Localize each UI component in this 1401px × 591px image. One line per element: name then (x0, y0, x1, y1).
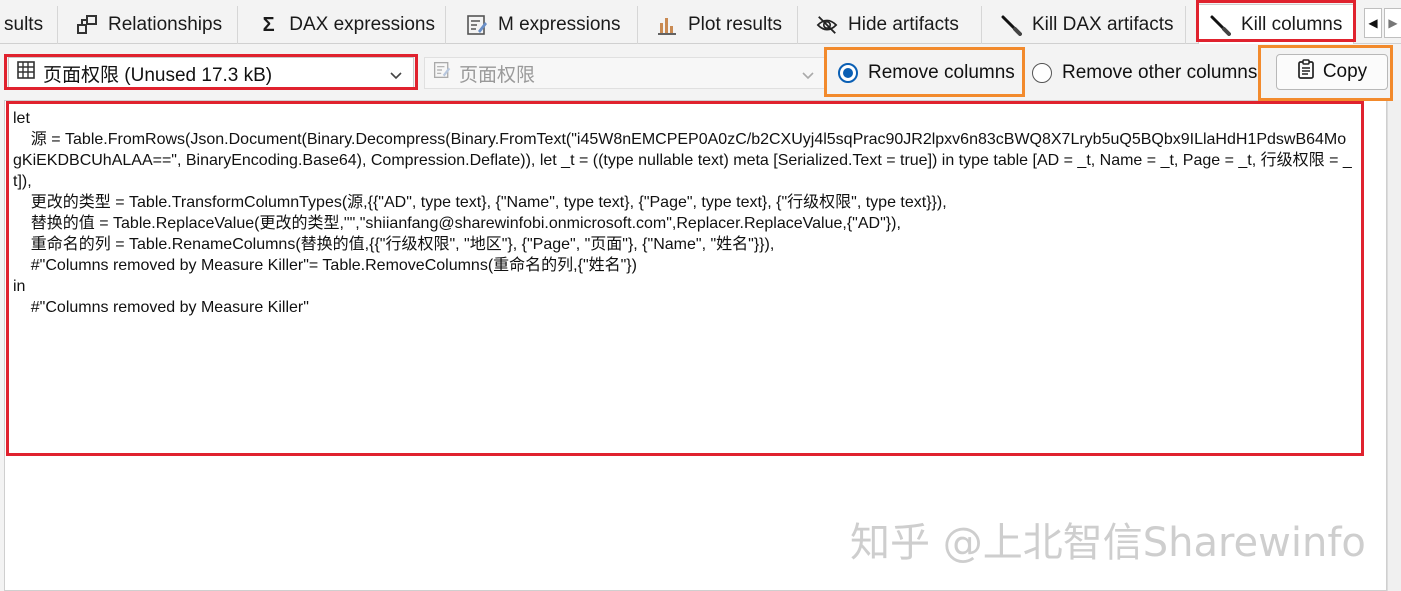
tab-label: Plot results (688, 14, 782, 35)
tab-scroll-left-button[interactable]: ◀ (1364, 8, 1382, 38)
tab-relationships[interactable]: Relationships (66, 6, 238, 44)
m-code-text[interactable]: let 源 = Table.FromRows(Json.Document(Bin… (13, 108, 1353, 318)
tab-hide-artifacts[interactable]: Hide artifacts (806, 6, 982, 44)
triangle-left-icon: ◀ (1368, 16, 1378, 30)
tab-label: M expressions (498, 14, 621, 35)
chevron-down-icon (801, 66, 815, 88)
radio-remove-columns[interactable]: Remove columns (838, 59, 1015, 87)
bar-chart-icon (656, 14, 678, 36)
code-line: in (13, 278, 26, 295)
app-window: sults Relationships Σ DAX expressions M … (0, 0, 1401, 591)
tab-label: Kill DAX artifacts (1032, 14, 1174, 35)
tab-label: Relationships (108, 14, 223, 35)
code-line: 重命名的列 = Table.RenameColumns(替换的值,{{"行级权限… (13, 236, 775, 253)
radio-remove-columns-label: Remove columns (868, 62, 1015, 83)
relationships-icon (76, 14, 98, 36)
radio-selected-icon (838, 63, 858, 83)
tab-label: Kill columns (1241, 13, 1343, 35)
tab-label: sults (4, 14, 44, 35)
radio-remove-other-columns-label: Remove other columns (1062, 62, 1258, 83)
chevron-down-icon (389, 66, 403, 88)
copy-button-label: Copy (1322, 61, 1368, 82)
code-line: #"Columns removed by Measure Killer" (13, 299, 309, 316)
tab-results[interactable]: sults (0, 6, 58, 44)
table-select[interactable]: 页面权限 (Unused 17.3 kB) (8, 57, 414, 89)
code-line: 更改的类型 = Table.TransformColumnTypes(源,{{"… (13, 194, 947, 211)
clipboard-icon (1297, 59, 1315, 85)
code-line: #"Columns removed by Measure Killer"= Ta… (13, 257, 637, 274)
code-line: let (13, 110, 30, 127)
vertical-scrollbar[interactable] (1387, 100, 1401, 591)
code-line: 替换的值 = Table.ReplaceValue(更改的类型,"","shii… (13, 215, 901, 232)
tab-label: Hide artifacts (848, 14, 959, 35)
sigma-icon: Σ (262, 13, 275, 36)
radio-remove-other-columns[interactable]: Remove other columns (1032, 59, 1257, 87)
m-expression-icon (433, 61, 451, 85)
tab-scroll-right-button[interactable]: ▶ (1384, 8, 1401, 38)
knife-icon (1209, 14, 1231, 36)
tab-kill-dax-artifacts[interactable]: Kill DAX artifacts (990, 6, 1186, 44)
column-select[interactable]: 页面权限 (424, 57, 826, 89)
table-select-value: 页面权限 (Unused 17.3 kB) (43, 64, 273, 86)
radio-unselected-icon (1032, 63, 1052, 83)
copy-button[interactable]: Copy (1276, 54, 1388, 90)
column-select-value: 页面权限 (459, 64, 536, 86)
code-line: 源 = Table.FromRows(Json.Document(Binary.… (13, 131, 1352, 190)
watermark: 知乎 @上北智信Sharewinfo (850, 520, 1366, 566)
tab-label: DAX expressions (289, 14, 435, 35)
tab-m-expressions[interactable]: M expressions (456, 6, 638, 44)
table-icon (17, 61, 35, 85)
tab-bar: sults Relationships Σ DAX expressions M … (0, 0, 1401, 44)
tab-kill-columns[interactable]: Kill columns (1198, 4, 1354, 44)
triangle-right-icon: ▶ (1388, 16, 1398, 30)
eye-slash-icon (816, 14, 838, 36)
tab-dax-expressions[interactable]: Σ DAX expressions (248, 6, 446, 44)
tab-plot-results[interactable]: Plot results (646, 6, 798, 44)
m-expression-icon (466, 14, 488, 36)
knife-icon (1000, 14, 1022, 36)
